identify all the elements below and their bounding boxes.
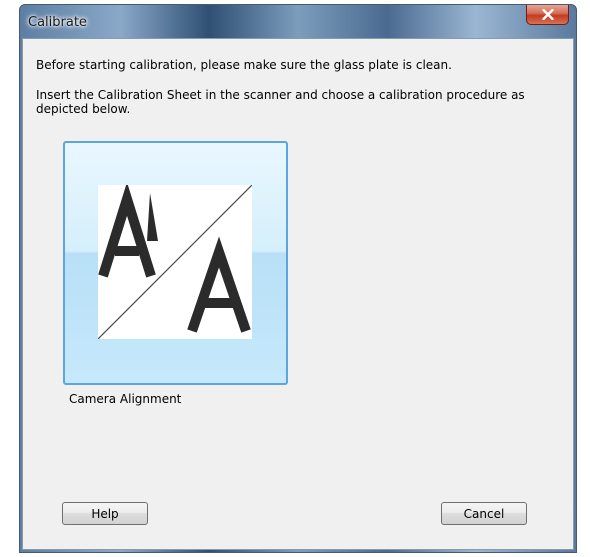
dialog-body: Before starting calibration, please make… (22, 38, 574, 550)
insert-sheet-message: Insert the Calibration Sheet in the scan… (36, 88, 525, 116)
camera-alignment-tile[interactable] (63, 141, 288, 385)
window-title: Calibrate (28, 15, 87, 30)
camera-alignment-label: Camera Alignment (69, 392, 182, 406)
calibrate-dialog: Calibrate Before starting calibration, p… (19, 4, 577, 553)
close-button[interactable] (526, 5, 569, 25)
title-bar[interactable]: Calibrate (20, 5, 576, 38)
camera-alignment-icon (97, 182, 253, 340)
close-icon (542, 9, 554, 20)
help-button[interactable]: Help (62, 502, 148, 525)
cancel-button[interactable]: Cancel (441, 502, 527, 525)
clean-glass-message: Before starting calibration, please make… (36, 58, 452, 72)
